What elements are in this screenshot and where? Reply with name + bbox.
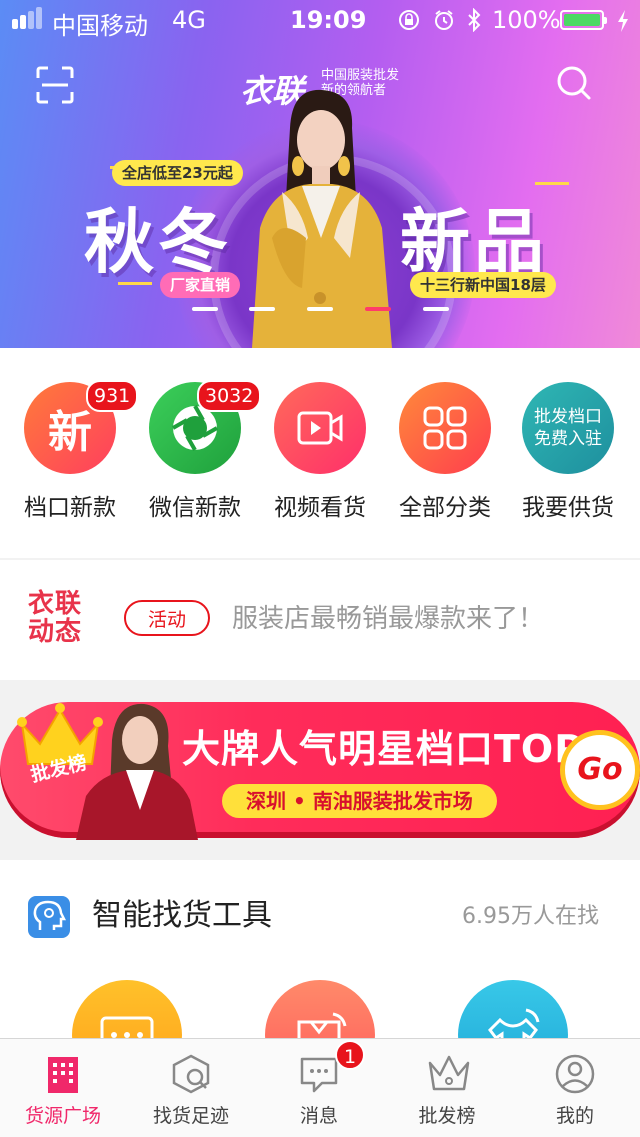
wechat-badge: 3032 <box>197 380 262 412</box>
news-headline[interactable]: 服装店最畅销最爆款来了！ <box>232 600 544 638</box>
carousel-dot-active[interactable] <box>365 307 391 311</box>
battery-icon <box>560 10 607 30</box>
supply-circle: 批发档口 免费入驻 <box>522 382 614 474</box>
camera-shutter-icon: 3032 <box>149 380 262 474</box>
promo-subtitle: 深圳 • 南油服装批发市场 <box>222 784 497 818</box>
quick-item-label: 微信新款 <box>149 495 241 521</box>
signal-bar-icon <box>12 19 18 29</box>
tab-label: 我的 <box>555 1105 594 1127</box>
head-glyph-icon <box>33 900 67 930</box>
go-button[interactable]: Go <box>560 730 640 810</box>
quick-item-label: 全部分类 <box>399 495 491 521</box>
new-stall-icon: 新 931 <box>24 380 139 474</box>
quick-item-wechat[interactable]: 3032 微信新款 <box>135 380 262 522</box>
tab-ranking[interactable]: 批发榜 <box>392 1053 502 1128</box>
quick-item-label: 我要供货 <box>522 495 614 521</box>
status-bar: 中国移动 4G 19:09 100% <box>0 0 640 40</box>
carousel-dot[interactable] <box>249 307 275 311</box>
news-brand-logo: 衣联 动态 <box>28 590 88 646</box>
quick-item-video[interactable]: 视频看货 <box>260 382 380 522</box>
video-icon <box>274 382 366 474</box>
tab-history[interactable]: 找货足迹 <box>136 1053 246 1128</box>
messages-badge: 1 <box>335 1040 365 1070</box>
video-camera-icon <box>297 411 343 445</box>
tab-home[interactable]: 货源广场 <box>8 1053 118 1128</box>
head-search-icon <box>28 896 70 938</box>
stripe-decoration <box>535 182 569 185</box>
signal-bar-icon <box>36 7 42 29</box>
user-icon <box>554 1053 596 1095</box>
smart-tool-title: 智能找货工具 <box>92 898 272 933</box>
tab-label: 批发榜 <box>418 1105 476 1127</box>
quick-item-label: 视频看货 <box>274 495 366 521</box>
carrier-name: 中国移动 <box>52 12 148 40</box>
charging-icon <box>618 10 628 32</box>
promo-title: 大牌人气明星档口TOP <box>182 727 584 771</box>
tab-label: 消息 <box>299 1105 338 1127</box>
quick-item-categories[interactable]: 全部分类 <box>385 382 505 522</box>
orientation-lock-icon <box>399 10 419 30</box>
quick-menu: 新 931 档口新款 3032 微信新款 视频看货 全部分类 批发档口 免费入驻… <box>0 348 640 558</box>
grid-icon <box>399 382 491 474</box>
tab-label: 找货足迹 <box>152 1105 229 1127</box>
clock: 19:09 <box>290 6 367 34</box>
tab-profile[interactable]: 我的 <box>520 1053 630 1128</box>
quick-item-new-stall[interactable]: 新 931 档口新款 <box>10 380 139 522</box>
quick-item-label: 档口新款 <box>24 495 116 521</box>
signal-bar-icon <box>28 11 34 29</box>
tab-bar: 货源广场 找货足迹 消息 批发榜 我的 <box>0 1038 640 1137</box>
footprint-search-icon <box>170 1053 212 1095</box>
hero-top-pill: 全店低至23元起 <box>112 160 243 186</box>
battery-percent: 100% <box>492 6 561 34</box>
hero-pill-left: 厂家直销 <box>160 272 241 298</box>
news-brand-line1: 衣联 <box>28 589 83 619</box>
carousel-dot[interactable] <box>307 307 333 311</box>
supply-circle-line1: 批发档口 <box>534 407 602 427</box>
signal-bar-icon <box>20 15 26 29</box>
news-brand-line2: 动态 <box>28 617 83 647</box>
tab-label: 货源广场 <box>24 1105 101 1127</box>
news-tag: 活动 <box>124 600 210 636</box>
quick-item-supply[interactable]: 批发档口 免费入驻 我要供货 <box>508 382 628 522</box>
building-icon <box>42 1053 84 1095</box>
bluetooth-icon <box>468 8 481 32</box>
carousel-indicator <box>0 307 640 315</box>
tagline-line1: 中国服装批发 <box>321 68 400 83</box>
crown-outline-icon <box>426 1053 470 1095</box>
network-type: 4G <box>172 6 206 34</box>
supply-circle-line2: 免费入驻 <box>534 429 602 449</box>
carousel-dot[interactable] <box>423 307 449 311</box>
four-squares-icon <box>423 406 467 450</box>
new-stall-badge: 931 <box>86 380 139 412</box>
hero-pill-right: 十三行新中国18层 <box>410 272 556 298</box>
stripe-decoration <box>118 282 152 285</box>
search-icon[interactable] <box>555 64 593 102</box>
chat-bubble-icon <box>298 1053 340 1095</box>
smart-tool-count: 6.95万人在找 <box>462 904 599 929</box>
alarm-icon <box>435 10 453 30</box>
scan-icon[interactable] <box>36 66 74 104</box>
new-glyph: 新 <box>48 407 92 458</box>
carousel-dot[interactable] <box>192 307 218 311</box>
